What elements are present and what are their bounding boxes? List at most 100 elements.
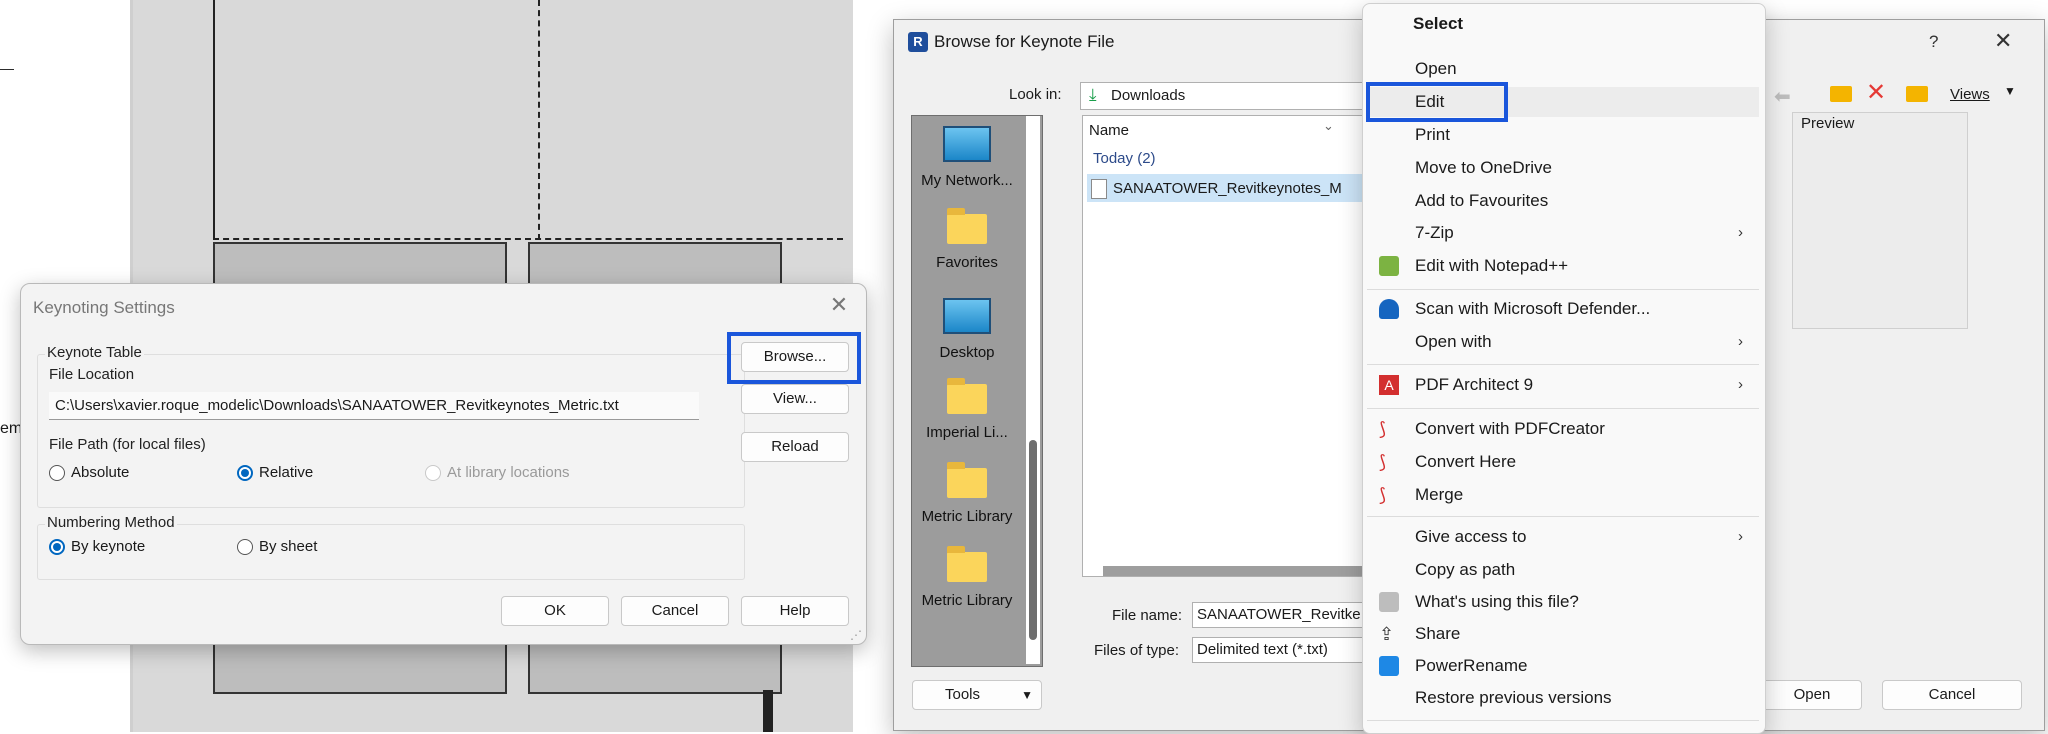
column-header-name[interactable]: Name bbox=[1089, 122, 1129, 139]
tools-dropdown-icon: ▼ bbox=[1021, 688, 1033, 702]
file-location-field[interactable]: C:\Users\xavier.roque_modelic\Downloads\… bbox=[49, 392, 699, 420]
pdf-architect-icon: A bbox=[1379, 375, 1399, 395]
menu-item-whats-using-file[interactable]: What's using this file? bbox=[1367, 587, 1759, 617]
radio-library-locations[interactable]: At library locations bbox=[425, 464, 570, 481]
folder-icon bbox=[947, 208, 987, 244]
file-context-menu: Select Open Edit Print Move to OneDrive … bbox=[1362, 3, 1766, 734]
menu-label: Restore previous versions bbox=[1415, 688, 1612, 707]
menu-item-move-to-onedrive[interactable]: Move to OneDrive bbox=[1367, 153, 1759, 183]
defender-shield-icon bbox=[1379, 299, 1399, 319]
radio-label: Absolute bbox=[71, 464, 130, 481]
file-path-group-label: File Path (for local files) bbox=[49, 436, 206, 453]
place-desktop[interactable]: Desktop bbox=[912, 298, 1022, 361]
menu-item-pdf-architect[interactable]: A PDF Architect 9 › bbox=[1367, 370, 1759, 400]
preview-label: Preview bbox=[1801, 115, 1855, 132]
place-label: Imperial Li... bbox=[926, 424, 1008, 441]
menu-item-open-with[interactable]: Open with › bbox=[1367, 327, 1759, 357]
view-button[interactable]: View... bbox=[741, 384, 849, 414]
pdfcreator-icon: ⟆ bbox=[1379, 452, 1387, 472]
menu-item-powerrename[interactable]: PowerRename bbox=[1367, 651, 1759, 681]
delete-icon[interactable]: ✕ bbox=[1866, 78, 1886, 107]
menu-item-add-to-favourites[interactable]: Add to Favourites bbox=[1367, 186, 1759, 216]
help-button[interactable]: Help bbox=[741, 596, 849, 626]
radio-relative[interactable]: Relative bbox=[237, 464, 313, 481]
menu-item-scan-defender[interactable]: Scan with Microsoft Defender... bbox=[1367, 294, 1759, 324]
dialog-title: Browse for Keynote File bbox=[934, 32, 1115, 51]
menu-separator bbox=[1367, 364, 1759, 365]
download-icon: ⤓ bbox=[1089, 85, 1097, 104]
menu-item-merge[interactable]: ⟆ Merge bbox=[1367, 480, 1759, 510]
help-icon[interactable]: ? bbox=[1929, 32, 1938, 52]
menu-item-share[interactable]: ⇪ Share bbox=[1367, 619, 1759, 649]
tools-button[interactable]: Tools ▼ bbox=[912, 680, 1042, 710]
browse-highlight-box bbox=[727, 332, 861, 384]
back-icon[interactable]: ⬅ bbox=[1774, 84, 1791, 109]
reload-button[interactable]: Reload bbox=[741, 432, 849, 462]
look-in-combo[interactable]: ⤓ Downloads bbox=[1080, 82, 1402, 110]
places-scrollbar[interactable] bbox=[1026, 116, 1040, 664]
grid-line bbox=[213, 238, 843, 240]
menu-item-copy-as-path[interactable]: Copy as path bbox=[1367, 555, 1759, 585]
menu-label: Print bbox=[1415, 125, 1450, 144]
radio-by-keynote[interactable]: By keynote bbox=[49, 538, 145, 555]
group-header-today[interactable]: Today (2) bbox=[1093, 150, 1156, 167]
menu-item-restore-versions[interactable]: Restore previous versions bbox=[1367, 683, 1759, 713]
place-metric-library[interactable]: Metric Library bbox=[912, 462, 1022, 525]
place-imperial-library[interactable]: Imperial Li... bbox=[912, 378, 1022, 441]
resize-grip-icon[interactable]: ⋰ bbox=[850, 628, 862, 642]
radio-label: By sheet bbox=[259, 538, 318, 555]
radio-circle bbox=[237, 538, 253, 555]
notepad-plus-plus-icon bbox=[1379, 256, 1399, 276]
submenu-arrow-icon: › bbox=[1738, 224, 1743, 241]
new-folder-icon[interactable] bbox=[1906, 86, 1928, 102]
menu-label: Give access to bbox=[1415, 527, 1527, 546]
canvas-fragment-b: em bbox=[0, 420, 23, 437]
radio-label: At library locations bbox=[447, 464, 570, 481]
file-row-selected[interactable]: SANAATOWER_Revitkeynotes_M bbox=[1087, 174, 1403, 202]
views-menu[interactable]: Views bbox=[1950, 86, 1990, 103]
dialog-title: Keynoting Settings bbox=[33, 298, 175, 317]
place-label: Metric Library bbox=[921, 592, 1013, 609]
menu-item-notepad-plus-plus[interactable]: Edit with Notepad++ bbox=[1367, 251, 1759, 281]
place-favorites[interactable]: Favorites bbox=[912, 208, 1022, 271]
cancel-button[interactable]: Cancel bbox=[1882, 680, 2022, 710]
open-button[interactable]: Open bbox=[1762, 680, 1862, 710]
menu-item-convert-here[interactable]: ⟆ Convert Here bbox=[1367, 447, 1759, 477]
radio-by-sheet[interactable]: By sheet bbox=[237, 538, 317, 555]
horizontal-scrollbar[interactable] bbox=[1103, 566, 1403, 576]
scrollbar-thumb[interactable] bbox=[1029, 440, 1037, 640]
preview-panel: Preview bbox=[1792, 112, 1968, 329]
numbering-method-label: Numbering Method bbox=[45, 514, 177, 531]
place-metric-library-2[interactable]: Metric Library bbox=[912, 546, 1022, 609]
menu-item-7zip[interactable]: 7-Zip › bbox=[1367, 218, 1759, 248]
submenu-arrow-icon: › bbox=[1738, 333, 1743, 350]
menu-label: Convert Here bbox=[1415, 452, 1517, 471]
close-icon[interactable]: ✕ bbox=[1994, 28, 2012, 54]
radio-absolute[interactable]: Absolute bbox=[49, 464, 129, 481]
cancel-button[interactable]: Cancel bbox=[621, 596, 729, 626]
place-my-network[interactable]: My Network... bbox=[912, 126, 1022, 189]
menu-label: PDF Architect 9 bbox=[1415, 375, 1534, 394]
pdfcreator-icon: ⟆ bbox=[1379, 485, 1387, 505]
canvas-fragment-a: — bbox=[0, 60, 14, 76]
wall bbox=[213, 640, 507, 694]
menu-item-give-access[interactable]: Give access to › bbox=[1367, 522, 1759, 552]
menu-item-open[interactable]: Open bbox=[1367, 54, 1759, 84]
menu-item-print[interactable]: Print bbox=[1367, 120, 1759, 150]
menu-label: Copy as path bbox=[1415, 560, 1516, 579]
ok-button[interactable]: OK bbox=[501, 596, 609, 626]
menu-label: Scan with Microsoft Defender... bbox=[1415, 299, 1651, 318]
views-dropdown-icon[interactable]: ▼ bbox=[2004, 84, 2016, 98]
radio-circle bbox=[49, 464, 65, 481]
close-icon[interactable]: ✕ bbox=[824, 290, 854, 320]
menu-label: Move to OneDrive bbox=[1415, 158, 1552, 177]
sort-chevron-icon[interactable]: ⌄ bbox=[1323, 118, 1334, 134]
up-folder-icon[interactable] bbox=[1830, 86, 1852, 102]
menu-label: Add to Favourites bbox=[1415, 191, 1549, 210]
look-in-value: Downloads bbox=[1111, 87, 1186, 104]
folder-icon bbox=[947, 546, 987, 582]
radio-label: By keynote bbox=[71, 538, 146, 555]
file-name-label: File name: bbox=[1112, 607, 1183, 624]
menu-item-convert-pdfcreator[interactable]: ⟆ Convert with PDFCreator bbox=[1367, 414, 1759, 444]
share-icon: ⇪ bbox=[1379, 624, 1395, 644]
